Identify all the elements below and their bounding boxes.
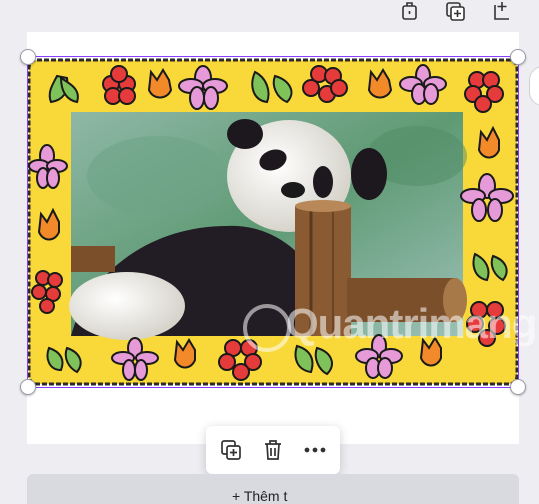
page-toolbar [399,0,539,28]
copy-icon[interactable] [215,434,247,466]
resize-handle-top-left[interactable] [20,49,36,65]
resize-handle-bottom-right[interactable] [510,379,526,395]
element-context-menu [206,426,340,474]
framed-image[interactable] [27,56,519,388]
add-page-label: + Thêm t [232,488,288,504]
flower-frame [27,58,519,386]
more-icon[interactable] [299,434,331,466]
duplicate-page-icon[interactable] [491,0,513,22]
lock-icon[interactable] [399,0,421,22]
trash-icon[interactable] [257,434,289,466]
add-page-bar[interactable]: + Thêm t [27,474,519,504]
resize-handle-bottom-left[interactable] [20,379,36,395]
panda-photo [69,112,467,340]
add-page-icon[interactable] [444,0,466,22]
rotate-handle[interactable] [529,66,539,106]
resize-handle-top-right[interactable] [510,49,526,65]
